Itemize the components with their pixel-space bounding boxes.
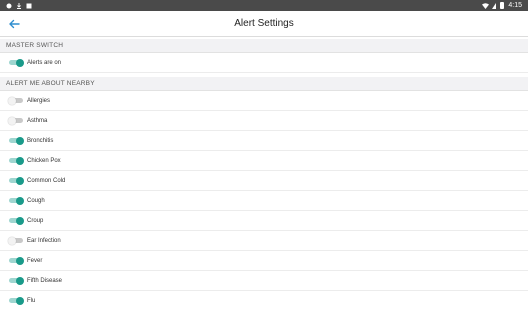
status-bar: 4:15	[0, 0, 528, 11]
toggle-knob	[16, 58, 24, 67]
alert-row-cough[interactable]: Cough	[0, 191, 528, 211]
master-switch-row[interactable]: Alerts are on	[0, 53, 528, 73]
signal-icon	[492, 2, 497, 9]
alert-row-allergies[interactable]: Allergies	[0, 91, 528, 111]
alert-label: Flu	[27, 297, 36, 304]
toggle-knob	[16, 216, 24, 225]
alert-toggle[interactable]	[8, 256, 24, 265]
alert-row-croup[interactable]: Croup	[0, 211, 528, 231]
status-bar-notifications	[6, 2, 32, 9]
toggle-knob	[16, 256, 24, 265]
toggle-knob	[8, 116, 16, 125]
alert-row-fever[interactable]: Fever	[0, 251, 528, 271]
alert-toggle[interactable]	[8, 176, 24, 185]
alert-label: Asthma	[27, 117, 48, 124]
alert-label: Fever	[27, 257, 43, 264]
alert-label: Chicken Pox	[27, 157, 61, 164]
status-time: 4:15	[508, 2, 522, 9]
battery-icon	[500, 2, 505, 9]
alert-label: Common Cold	[27, 177, 66, 184]
alert-label: Bronchitis	[27, 137, 54, 144]
alert-toggle[interactable]	[8, 236, 24, 245]
alert-row-flu[interactable]: Flu	[0, 291, 528, 310]
status-bar-system: 4:15	[482, 2, 522, 9]
alert-label: Fifth Disease	[27, 277, 63, 284]
alert-row-ear-infection[interactable]: Ear Infection	[0, 231, 528, 251]
master-switch-label: Alerts are on	[27, 59, 62, 66]
alert-toggle[interactable]	[8, 156, 24, 165]
toggle-knob	[16, 176, 24, 185]
alert-row-bronchitis[interactable]: Bronchitis	[0, 131, 528, 151]
notification-icon	[6, 3, 12, 9]
toggle-knob	[16, 296, 24, 305]
alert-row-common-cold[interactable]: Common Cold	[0, 171, 528, 191]
alert-row-chicken-pox[interactable]: Chicken Pox	[0, 151, 528, 171]
toggle-knob	[16, 196, 24, 205]
alert-toggle[interactable]	[8, 276, 24, 285]
alert-label: Allergies	[27, 97, 51, 104]
toggle-knob	[16, 276, 24, 285]
alert-toggle[interactable]	[8, 216, 24, 225]
toggle-knob	[8, 236, 16, 245]
alert-label: Croup	[27, 217, 44, 224]
download-icon	[16, 2, 22, 9]
photo-icon	[26, 3, 32, 9]
alert-row-fifth-disease[interactable]: Fifth Disease	[0, 271, 528, 291]
alert-row-asthma[interactable]: Asthma	[0, 111, 528, 131]
alert-toggle[interactable]	[8, 96, 24, 105]
wifi-icon	[482, 2, 490, 9]
section-header-master-switch: MASTER SWITCH	[0, 39, 528, 53]
back-arrow-icon[interactable]	[7, 17, 21, 31]
toggle-knob	[16, 136, 24, 145]
master-switch-toggle[interactable]	[8, 58, 24, 67]
alert-label: Cough	[27, 197, 45, 204]
toggle-knob	[8, 96, 16, 105]
alert-toggle[interactable]	[8, 136, 24, 145]
app-bar: Alert Settings	[0, 11, 528, 37]
section-header-nearby: ALERT ME ABOUT NEARBY	[0, 77, 528, 91]
alert-toggle[interactable]	[8, 116, 24, 125]
page-title: Alert Settings	[234, 18, 294, 29]
toggle-knob	[16, 156, 24, 165]
alert-toggle[interactable]	[8, 296, 24, 305]
alert-toggle[interactable]	[8, 196, 24, 205]
alert-label: Ear Infection	[27, 237, 61, 244]
